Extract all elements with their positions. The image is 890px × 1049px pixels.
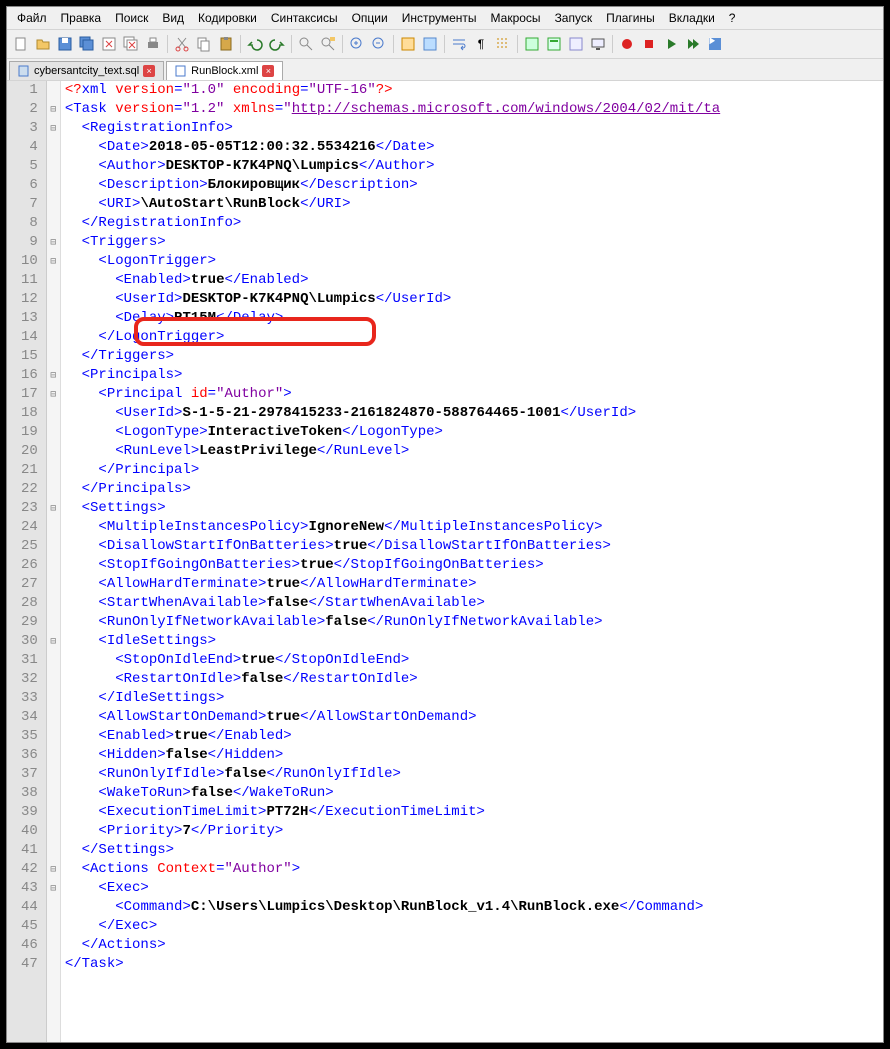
code-content[interactable]: <?xml version="1.0" encoding="UTF-16"?><… bbox=[61, 81, 883, 1042]
separator bbox=[342, 35, 343, 53]
sync-h-icon[interactable] bbox=[420, 34, 440, 54]
menu-plugins[interactable]: Плагины bbox=[600, 9, 661, 27]
close-icon[interactable] bbox=[99, 34, 119, 54]
show-all-chars-icon[interactable]: ¶ bbox=[471, 34, 491, 54]
separator bbox=[291, 35, 292, 53]
tab-label: RunBlock.xml bbox=[191, 65, 258, 77]
menu-edit[interactable]: Правка bbox=[55, 9, 108, 27]
find-icon[interactable] bbox=[296, 34, 316, 54]
fold-gutter[interactable]: ⊟⊟⊟⊟⊟⊟⊟⊟⊟⊟ bbox=[47, 81, 61, 1042]
zoom-in-icon[interactable] bbox=[347, 34, 367, 54]
close-all-icon[interactable] bbox=[121, 34, 141, 54]
separator bbox=[393, 35, 394, 53]
monitor-icon[interactable] bbox=[588, 34, 608, 54]
sync-v-icon[interactable] bbox=[398, 34, 418, 54]
open-file-icon[interactable] bbox=[33, 34, 53, 54]
editor-window: Файл Правка Поиск Вид Кодировки Синтакси… bbox=[6, 6, 884, 1043]
tab[interactable]: cybersantcity_text.sql × bbox=[9, 61, 164, 80]
function-list-icon[interactable] bbox=[522, 34, 542, 54]
cut-icon[interactable] bbox=[172, 34, 192, 54]
tab[interactable]: RunBlock.xml × bbox=[166, 61, 283, 80]
tab-label: cybersantcity_text.sql bbox=[34, 65, 139, 77]
menu-encoding[interactable]: Кодировки bbox=[192, 9, 263, 27]
menu-view[interactable]: Вид bbox=[156, 9, 190, 27]
menu-options[interactable]: Опции bbox=[346, 9, 394, 27]
wordwrap-icon[interactable] bbox=[449, 34, 469, 54]
doc-map-icon[interactable] bbox=[544, 34, 564, 54]
play-macro-icon[interactable] bbox=[661, 34, 681, 54]
folder-tree-icon[interactable] bbox=[566, 34, 586, 54]
tab-close-icon[interactable]: × bbox=[262, 65, 274, 77]
replace-icon[interactable] bbox=[318, 34, 338, 54]
tab-bar: cybersantcity_text.sql × RunBlock.xml × bbox=[7, 59, 883, 81]
file-icon bbox=[18, 65, 30, 77]
menu-tools[interactable]: Инструменты bbox=[396, 9, 483, 27]
menu-tabs[interactable]: Вкладки bbox=[663, 9, 721, 27]
print-icon[interactable] bbox=[143, 34, 163, 54]
zoom-out-icon[interactable] bbox=[369, 34, 389, 54]
code-editor[interactable]: 1234567891011121314151617181920212223242… bbox=[7, 81, 883, 1042]
separator bbox=[240, 35, 241, 53]
file-icon bbox=[175, 65, 187, 77]
play-multi-icon[interactable] bbox=[683, 34, 703, 54]
save-all-icon[interactable] bbox=[77, 34, 97, 54]
record-macro-icon[interactable] bbox=[617, 34, 637, 54]
separator bbox=[167, 35, 168, 53]
menu-syntax[interactable]: Синтаксисы bbox=[265, 9, 344, 27]
menu-macro[interactable]: Макросы bbox=[485, 9, 547, 27]
separator bbox=[517, 35, 518, 53]
save-icon[interactable] bbox=[55, 34, 75, 54]
separator bbox=[612, 35, 613, 53]
redo-icon[interactable] bbox=[267, 34, 287, 54]
menu-search[interactable]: Поиск bbox=[109, 9, 154, 27]
separator bbox=[444, 35, 445, 53]
save-macro-icon[interactable] bbox=[705, 34, 725, 54]
menu-run[interactable]: Запуск bbox=[549, 9, 599, 27]
indent-guide-icon[interactable] bbox=[493, 34, 513, 54]
copy-icon[interactable] bbox=[194, 34, 214, 54]
undo-icon[interactable] bbox=[245, 34, 265, 54]
new-file-icon[interactable] bbox=[11, 34, 31, 54]
stop-macro-icon[interactable] bbox=[639, 34, 659, 54]
tab-close-icon[interactable]: × bbox=[143, 65, 155, 77]
toolbar: ¶ bbox=[7, 30, 883, 59]
menu-help[interactable]: ? bbox=[723, 9, 742, 27]
line-number-gutter: 1234567891011121314151617181920212223242… bbox=[7, 81, 47, 1042]
menu-file[interactable]: Файл bbox=[11, 9, 53, 27]
paste-icon[interactable] bbox=[216, 34, 236, 54]
menubar: Файл Правка Поиск Вид Кодировки Синтакси… bbox=[7, 7, 883, 30]
